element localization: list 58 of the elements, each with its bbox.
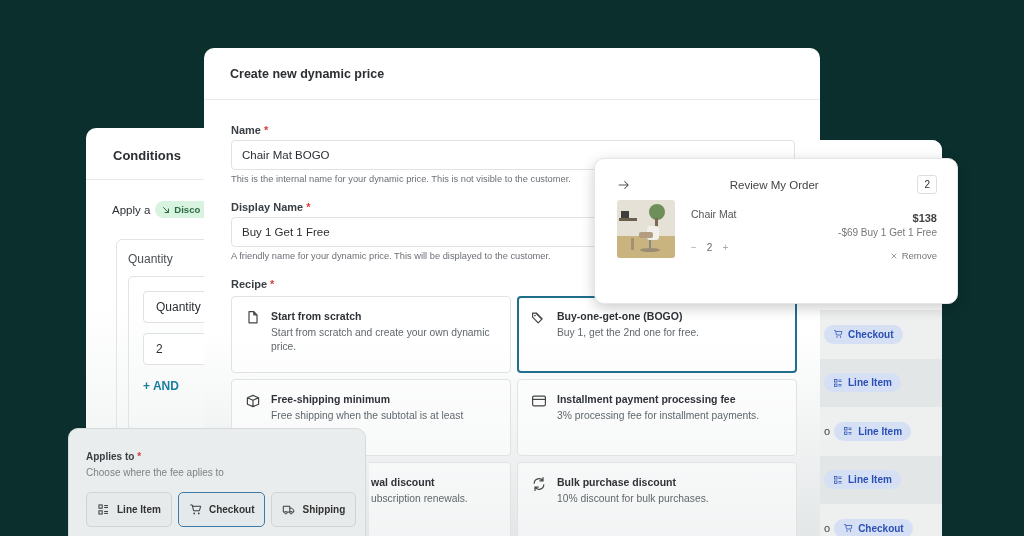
- cart-icon: [843, 523, 854, 534]
- refresh-icon: [531, 476, 547, 492]
- arrow-down-right-icon: [161, 204, 172, 215]
- credit-card-icon: [531, 393, 547, 409]
- group-title: Quantity: [128, 252, 173, 266]
- recipe-title: Buy-one-get-one (BOGO): [557, 310, 684, 322]
- field-label: Display Name: [231, 201, 304, 213]
- row-text: o: [824, 425, 831, 438]
- recipe-description: ubscription renewals.: [371, 492, 468, 506]
- assignment-tag: Checkout: [834, 518, 913, 536]
- help-text: A friendly name for your dynamic price. This will be displayed to the customer.: [231, 251, 551, 261]
- product-name: Chair Mat: [691, 208, 738, 220]
- assignment-tag: Checkout: [824, 324, 903, 344]
- option-button[interactable]: Shipping: [271, 492, 357, 527]
- option-button[interactable]: Checkout: [177, 492, 266, 527]
- assignment-tag: Line Item: [824, 470, 901, 490]
- list-icon: [843, 426, 854, 437]
- list-icon: [97, 503, 110, 516]
- cart-icon: [188, 503, 202, 516]
- apply-label: Apply a: [112, 203, 151, 216]
- field-label: Recipe: [231, 278, 268, 290]
- required-mark: *: [270, 278, 275, 290]
- recipe-description: Buy 1, get the 2nd one for free.: [557, 326, 699, 340]
- required-mark: *: [137, 451, 142, 462]
- recipe-title: Free-shipping minimum: [271, 393, 391, 405]
- order-title: Review My Order: [728, 178, 820, 191]
- assignment-tag: Line Item: [834, 421, 912, 441]
- list-icon: [833, 474, 843, 485]
- recipe-option[interactable]: Bulk purchase discount 10% discount for bulk purchases.: [517, 462, 797, 536]
- field-label: Applies to: [86, 451, 135, 462]
- list-icon: [833, 377, 843, 388]
- assignment-tag: Line Item: [824, 373, 901, 393]
- recipe-option[interactable]: wal discount ubscription renewals.: [369, 462, 511, 536]
- help-text: Choose where the fee aplies to: [86, 467, 225, 478]
- price: $138: [912, 212, 937, 224]
- recipe-option[interactable]: Buy-one-get-one (BOGO) Buy 1, get the 2nd one for free.: [517, 296, 797, 373]
- recipe-title: Installment payment processing fee: [557, 393, 737, 405]
- recipe-description: 3% processing fee for installment payments.: [557, 409, 760, 423]
- row-text: o: [824, 522, 831, 535]
- recipe-option[interactable]: Installment payment processing fee 3% processing fee for installment payments.: [517, 379, 797, 456]
- close-icon: [889, 251, 898, 260]
- file-icon: [245, 310, 261, 326]
- option-button[interactable]: Line Item: [86, 492, 172, 527]
- dialog-title: Create new dynamic price: [204, 48, 820, 100]
- recipe-title: wal discount: [371, 476, 436, 488]
- recipe-description: 10% discount for bulk purchases.: [557, 492, 709, 506]
- cart-icon: [833, 329, 843, 340]
- recipe-title: Start from scratch: [271, 310, 363, 322]
- recipe-title: Bulk purchase discount: [557, 476, 678, 488]
- package-icon: [245, 393, 261, 409]
- recipe-option[interactable]: Start from scratch Start from scratch and create your own dynamic price.: [231, 296, 511, 373]
- item-count: 2: [917, 175, 937, 194]
- remove-link[interactable]: Remove: [889, 250, 937, 261]
- recipe-description: Free shipping when the subtotal is at least: [271, 409, 464, 423]
- recipe-description: Start from scratch and create your own dynamic price.: [271, 326, 491, 355]
- discount-text: -$69 Buy 1 Get 1 Free: [838, 227, 937, 238]
- required-mark: *: [306, 201, 311, 213]
- truck-icon: [282, 503, 296, 516]
